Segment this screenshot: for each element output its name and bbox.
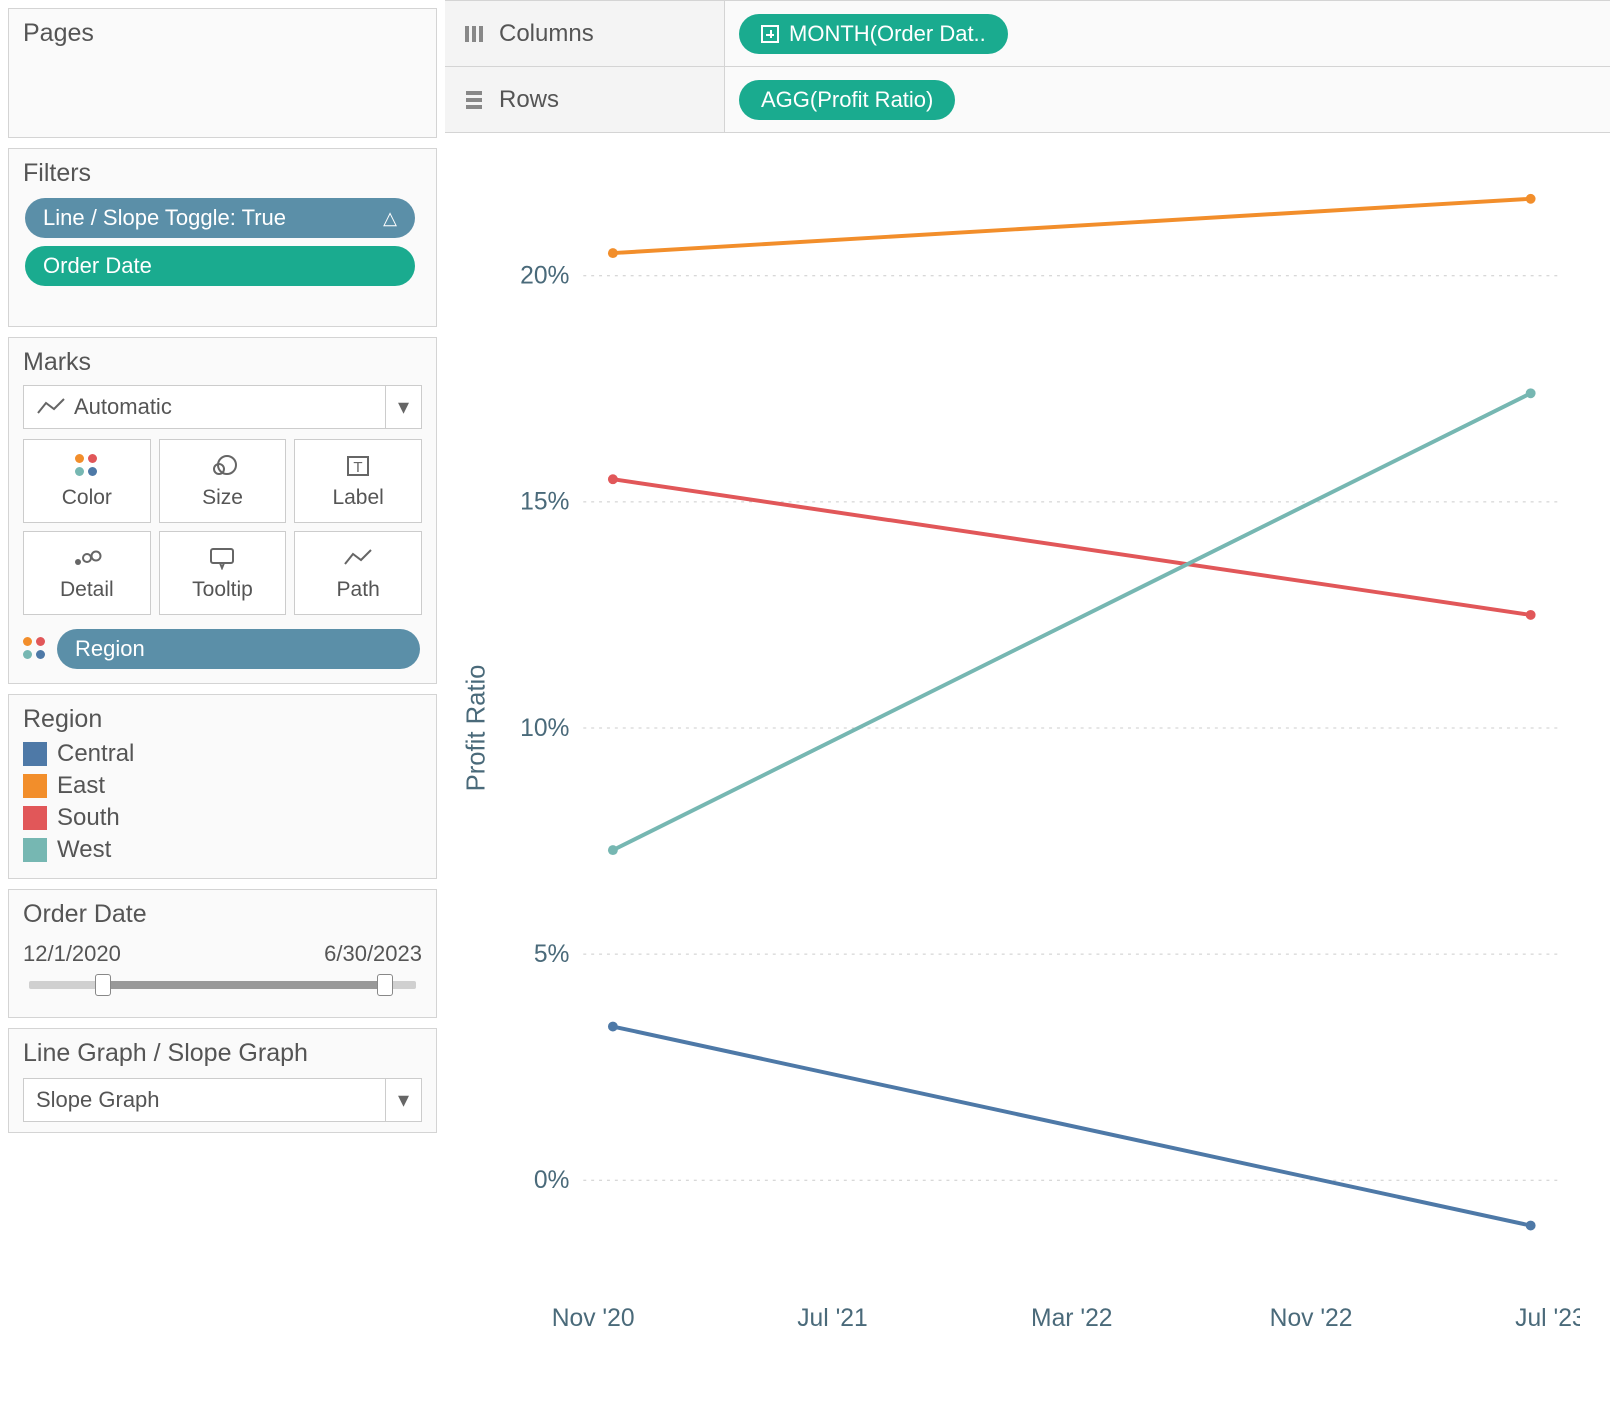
legend-item[interactable]: South	[23, 804, 422, 832]
delta-icon: △	[383, 208, 397, 229]
marks-type-label: Automatic	[74, 394, 172, 420]
mark-path-label: Path	[337, 578, 380, 602]
legend-swatch	[23, 742, 47, 766]
path-icon	[343, 544, 373, 572]
rows-pill-label: AGG(Profit Ratio)	[761, 87, 933, 113]
mark-path-button[interactable]: Path	[294, 531, 422, 615]
legend-swatch	[23, 838, 47, 862]
rows-label: Rows	[499, 86, 559, 114]
label-icon: T	[345, 452, 371, 480]
filter-toggle-label: Line / Slope Toggle: True	[43, 205, 286, 231]
legend-swatch	[23, 806, 47, 830]
chevron-down-icon: ▾	[385, 386, 421, 428]
mark-tooltip-button[interactable]: Tooltip	[159, 531, 287, 615]
mark-label-label: Label	[332, 486, 383, 510]
filter-orderdate-label: Order Date	[43, 253, 152, 279]
size-icon	[207, 452, 237, 480]
shelves: Columns MONTH(Order Dat.. Rows AGG(Profi…	[445, 0, 1610, 133]
svg-text:5%: 5%	[534, 941, 570, 968]
legend-label: West	[57, 836, 111, 864]
svg-text:Nov '20: Nov '20	[552, 1305, 635, 1332]
svg-text:Jul '21: Jul '21	[797, 1305, 868, 1332]
svg-text:T: T	[354, 459, 363, 476]
svg-text:0%: 0%	[534, 1167, 570, 1194]
svg-text:Mar '22: Mar '22	[1031, 1305, 1112, 1332]
legend-card: Region Central East South West	[8, 694, 437, 879]
slider-fill	[95, 981, 389, 989]
marks-type-select[interactable]: Automatic ▾	[23, 385, 422, 429]
orderdate-end: 6/30/2023	[324, 941, 422, 967]
expand-icon	[761, 25, 779, 43]
chevron-down-icon: ▾	[385, 1079, 421, 1121]
color-icon	[75, 452, 99, 480]
slider-handle-start[interactable]	[95, 974, 111, 996]
mark-detail-label: Detail	[60, 578, 114, 602]
mark-tooltip-label: Tooltip	[192, 578, 253, 602]
graph-toggle-card: Line Graph / Slope Graph Slope Graph ▾	[8, 1028, 437, 1133]
mark-size-label: Size	[202, 486, 243, 510]
graph-toggle-select[interactable]: Slope Graph ▾	[23, 1078, 422, 1122]
mark-label-button[interactable]: T Label	[294, 439, 422, 523]
mark-color-button[interactable]: Color	[23, 439, 151, 523]
legend-label: East	[57, 772, 105, 800]
filter-pill-orderdate[interactable]: Order Date	[25, 246, 415, 286]
svg-text:Jul '23: Jul '23	[1515, 1305, 1580, 1332]
svg-text:Nov '22: Nov '22	[1270, 1305, 1353, 1332]
slope-chart: 0% 5% 10% 15% 20% Profit Ratio Nov '20 Jul '21 M…	[455, 163, 1580, 1382]
columns-shelf[interactable]: Columns MONTH(Order Dat..	[445, 0, 1610, 66]
legend-swatch	[23, 774, 47, 798]
slider-handle-end[interactable]	[377, 974, 393, 996]
rows-shelf[interactable]: Rows AGG(Profit Ratio)	[445, 66, 1610, 132]
columns-icon	[463, 23, 485, 45]
legend-item[interactable]: Central	[23, 740, 422, 768]
color-icon	[23, 637, 47, 661]
columns-pill-label: MONTH(Order Dat..	[789, 21, 986, 47]
mark-detail-button[interactable]: Detail	[23, 531, 151, 615]
filters-title: Filters	[23, 159, 422, 188]
mark-region-pill[interactable]: Region	[57, 629, 420, 669]
orderdate-start: 12/1/2020	[23, 941, 121, 967]
mark-size-button[interactable]: Size	[159, 439, 287, 523]
orderdate-card: Order Date 12/1/2020 6/30/2023	[8, 889, 437, 1018]
chart-area: 0% 5% 10% 15% 20% Profit Ratio Nov '20 Jul '21 M…	[445, 133, 1610, 1412]
legend-label: Central	[57, 740, 134, 768]
filters-card: Filters Line / Slope Toggle: True △ Orde…	[8, 148, 437, 327]
marks-buttons: Color Size T Label Detail	[23, 439, 422, 615]
svg-text:10%: 10%	[520, 715, 569, 742]
line-icon	[36, 394, 66, 420]
filter-pill-toggle[interactable]: Line / Slope Toggle: True △	[25, 198, 415, 238]
marks-card: Marks Automatic ▾ Color Size T	[8, 337, 437, 684]
svg-text:20%: 20%	[520, 263, 569, 290]
tooltip-icon	[208, 544, 236, 572]
marks-title: Marks	[23, 348, 422, 377]
rows-pill[interactable]: AGG(Profit Ratio)	[739, 80, 955, 120]
graph-toggle-title: Line Graph / Slope Graph	[23, 1039, 422, 1068]
pages-title: Pages	[23, 19, 422, 48]
columns-pill[interactable]: MONTH(Order Dat..	[739, 14, 1008, 54]
rows-icon	[463, 89, 485, 111]
mark-region-label: Region	[75, 636, 145, 662]
orderdate-slider[interactable]	[29, 981, 416, 989]
legend-item[interactable]: East	[23, 772, 422, 800]
svg-text:15%: 15%	[520, 489, 569, 516]
legend-item[interactable]: West	[23, 836, 422, 864]
detail-icon	[72, 544, 102, 572]
legend-label: South	[57, 804, 120, 832]
graph-toggle-value: Slope Graph	[36, 1087, 160, 1113]
svg-text:Profit Ratio: Profit Ratio	[463, 665, 491, 792]
mark-color-label: Color	[62, 486, 112, 510]
orderdate-title: Order Date	[23, 900, 422, 929]
columns-label: Columns	[499, 20, 594, 48]
pages-card: Pages	[8, 8, 437, 138]
legend-title: Region	[23, 705, 422, 734]
